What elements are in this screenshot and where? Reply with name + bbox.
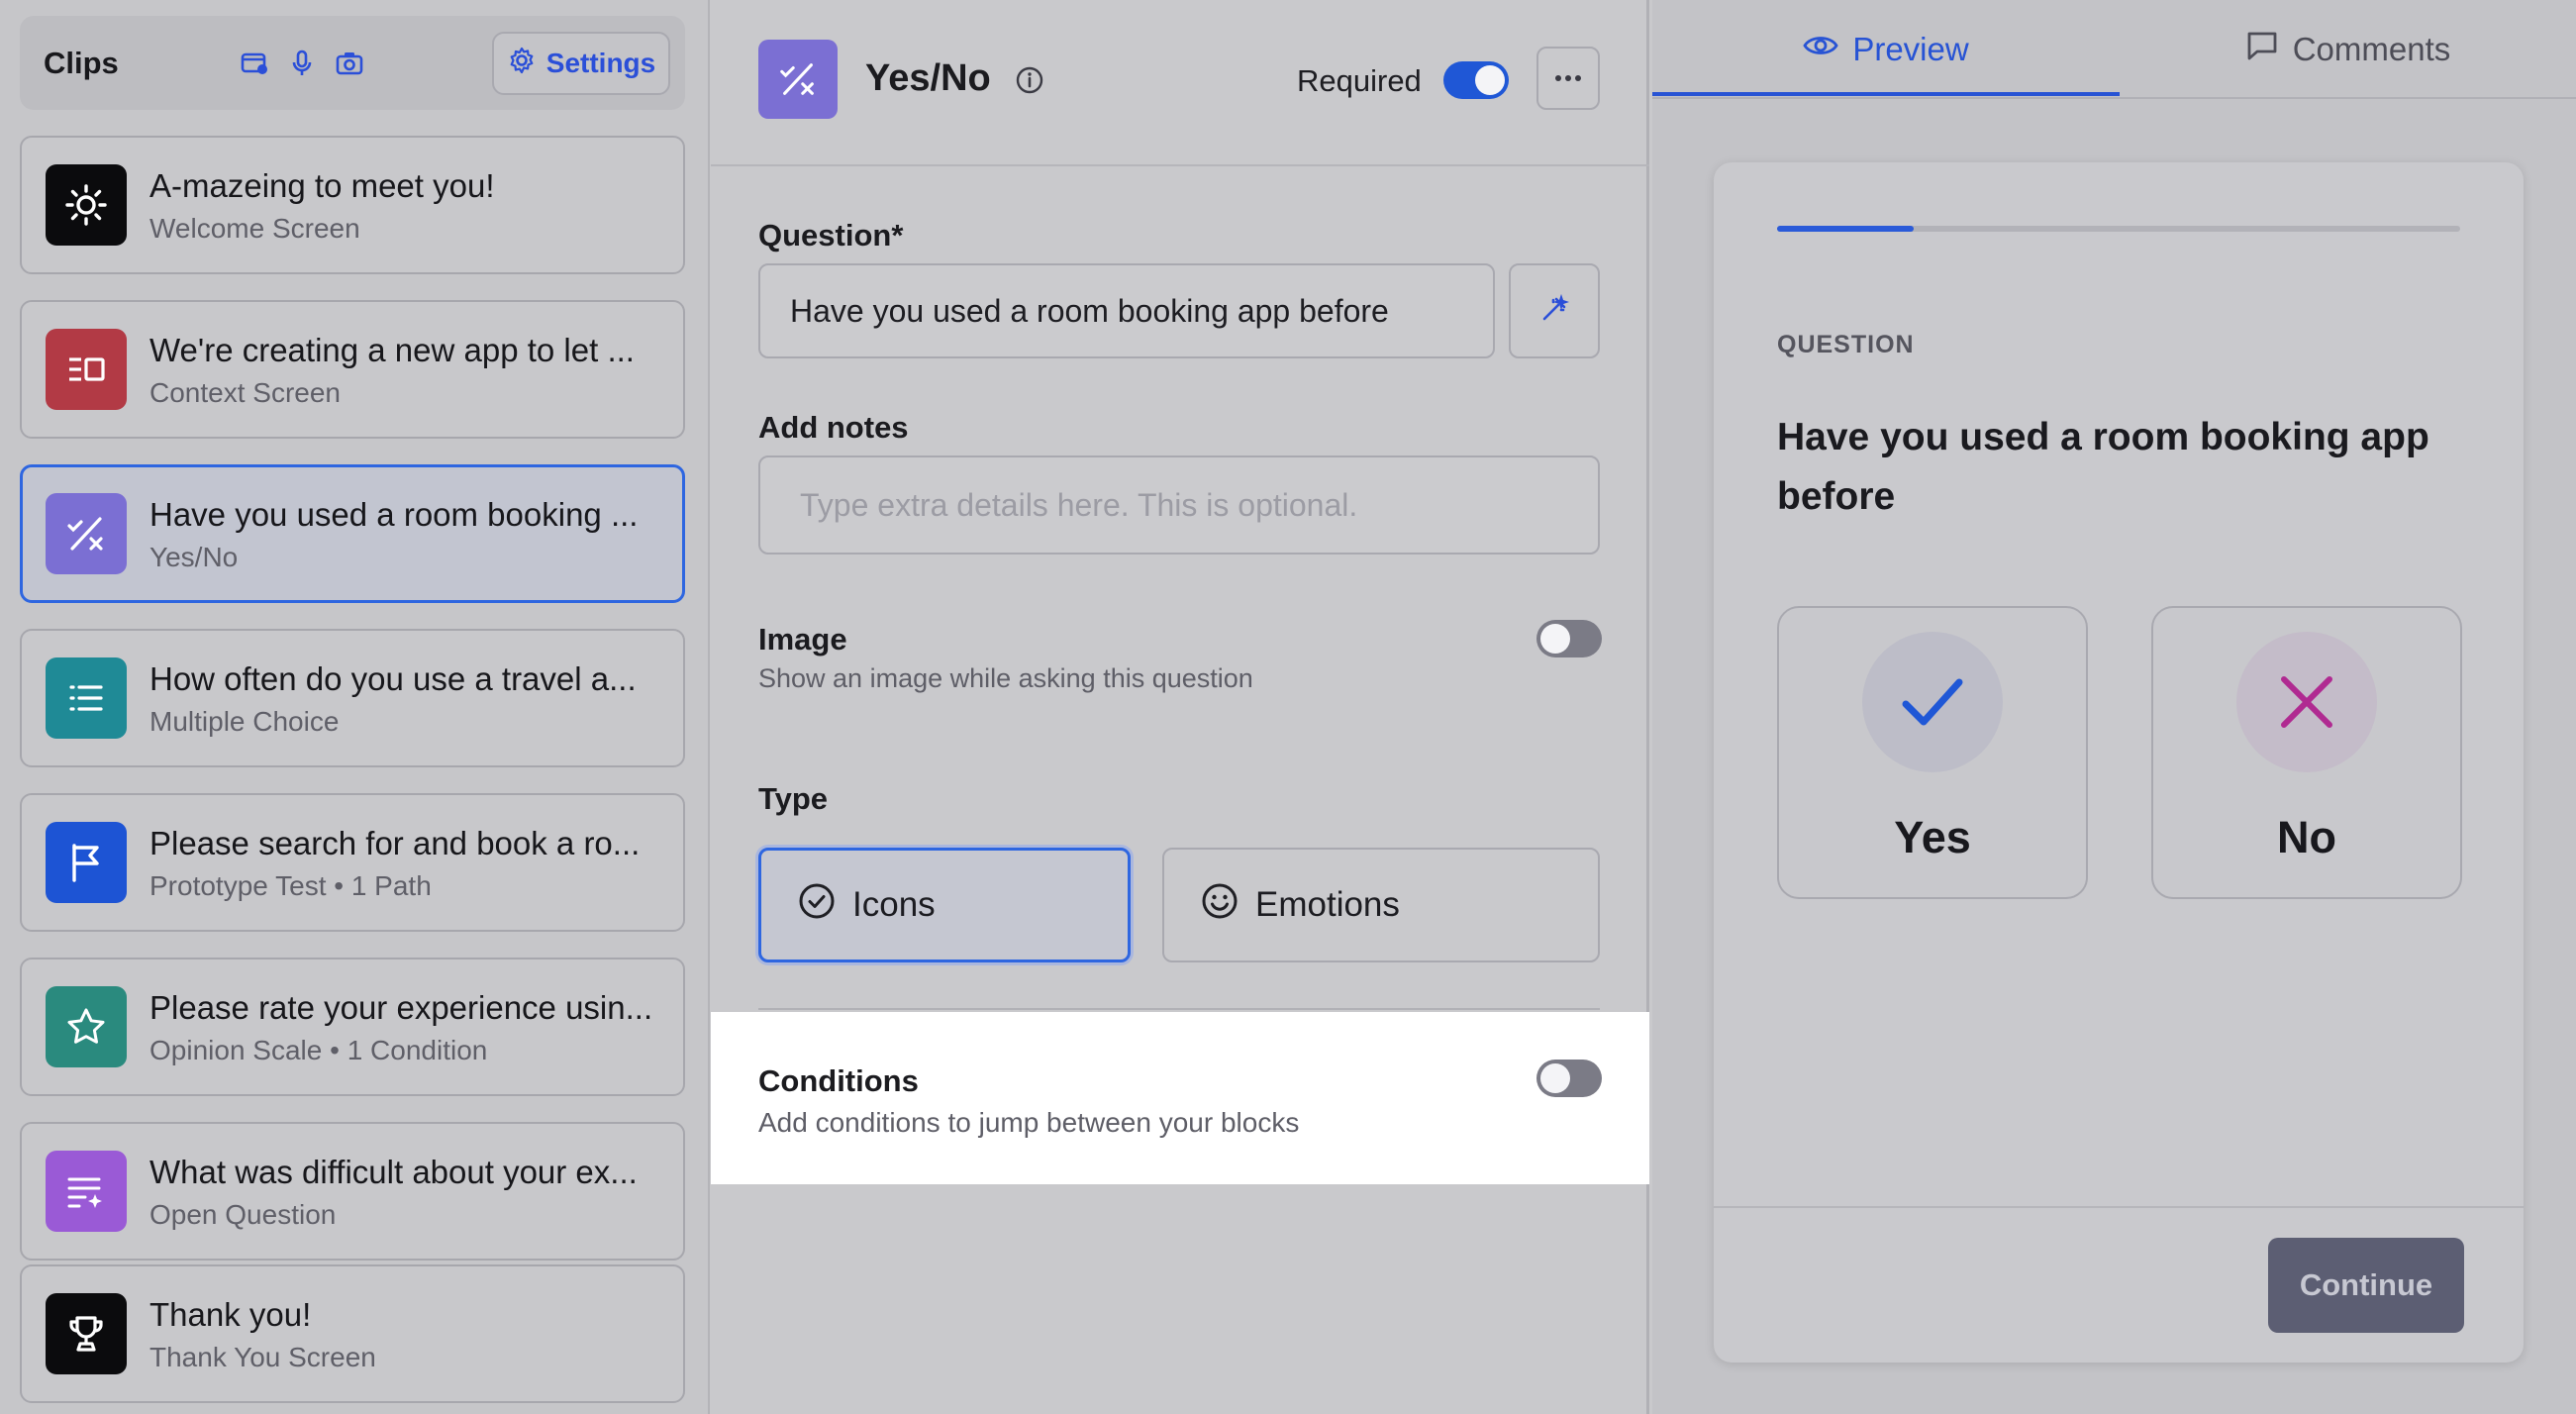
image-toggle[interactable] — [1536, 620, 1602, 657]
type-option-icons[interactable]: Icons — [758, 848, 1131, 962]
trophy-icon — [46, 1293, 127, 1374]
clip-item-multiple-choice[interactable]: How often do you use a travel a... Multi… — [20, 629, 685, 767]
clip-subtitle: Open Question — [149, 1199, 337, 1230]
clip-subtitle: Context Screen — [149, 377, 341, 408]
image-label: Image — [758, 622, 847, 656]
eye-icon — [1803, 31, 1838, 68]
clip-title: How often do you use a travel a... — [149, 660, 637, 697]
type-label: Type — [758, 781, 829, 816]
clip-title: What was difficult about your ex... — [149, 1154, 638, 1190]
notes-label: Add notes — [758, 410, 909, 445]
info-icon[interactable] — [1015, 65, 1044, 95]
question-input[interactable] — [758, 263, 1495, 358]
toggle-knob — [1540, 624, 1570, 654]
answer-yes[interactable]: Yes — [1777, 606, 2088, 899]
tab-preview[interactable]: Preview — [1652, 0, 2120, 99]
magic-wand-icon — [1539, 293, 1570, 329]
clips-header: Clips Settings — [20, 16, 685, 110]
gear-icon — [507, 46, 537, 82]
tab-label: Comments — [2292, 31, 2451, 67]
x-icon — [2236, 632, 2377, 772]
clip-title: Please search for and book a ro... — [149, 825, 641, 861]
editor-header: Yes/No Required — [711, 0, 1649, 166]
preview-card: QUESTION Have you used a room booking ap… — [1714, 162, 2524, 1363]
tab-comments[interactable]: Comments — [2120, 0, 2576, 99]
yes-no-icon — [46, 493, 127, 574]
active-tab-indicator — [1652, 92, 2120, 96]
preview-tabs: Preview Comments — [1652, 0, 2576, 99]
more-options-button[interactable] — [1536, 47, 1600, 110]
more-icon — [1554, 69, 1582, 87]
clip-title: Please rate your experience usin... — [149, 989, 653, 1026]
tab-label: Preview — [1852, 31, 1969, 67]
image-description: Show an image while asking this question — [758, 663, 1253, 693]
progress-fill — [1777, 226, 1914, 232]
context-icon — [46, 329, 127, 410]
preview-pane: Preview Comments QUESTION Have you used … — [1652, 0, 2576, 1414]
block-title: Yes/No — [865, 57, 991, 99]
check-circle-icon — [797, 881, 837, 930]
question-caption: QUESTION — [1777, 331, 1915, 358]
answer-label: Yes — [1894, 812, 1971, 862]
flag-icon — [46, 822, 127, 903]
text-sparkle-icon — [46, 1151, 127, 1232]
continue-button[interactable]: Continue — [2268, 1238, 2464, 1333]
clip-subtitle: Multiple Choice — [149, 706, 340, 737]
conditions-panel: Conditions Add conditions to jump betwee… — [711, 1012, 1649, 1184]
sun-icon — [46, 164, 127, 246]
list-icon — [46, 657, 127, 739]
toggle-knob — [1540, 1063, 1570, 1093]
answer-no[interactable]: No — [2151, 606, 2462, 899]
comment-icon — [2245, 30, 2279, 69]
divider — [758, 1008, 1600, 1010]
card-footer-divider — [1714, 1206, 2524, 1208]
type-option-emotions[interactable]: Emotions — [1162, 848, 1600, 962]
required-toggle[interactable] — [1443, 61, 1509, 99]
microphone-icon[interactable] — [287, 49, 317, 78]
ai-rewrite-button[interactable] — [1509, 263, 1600, 358]
block-editor: Yes/No Required Question* Add notes Imag… — [711, 0, 1649, 1414]
clip-item-prototype-test[interactable]: Please search for and book a ro... Proto… — [20, 793, 685, 932]
settings-label: Settings — [545, 48, 656, 78]
notes-input[interactable] — [758, 455, 1600, 555]
clip-title: Thank you! — [149, 1296, 312, 1333]
conditions-label: Conditions — [758, 1063, 919, 1098]
clip-item-welcome[interactable]: A-mazeing to meet you! Welcome Screen — [20, 136, 685, 274]
camera-icon[interactable] — [335, 49, 364, 78]
conditions-description: Add conditions to jump between your bloc… — [758, 1107, 1300, 1138]
clips-sidebar: Clips Settings A-mazeing to meet you! We… — [0, 0, 710, 1414]
required-label: Required — [1297, 63, 1422, 98]
clip-subtitle: Welcome Screen — [149, 213, 360, 244]
clip-title: Have you used a room booking ... — [149, 496, 639, 533]
conditions-toggle[interactable] — [1536, 1060, 1602, 1097]
settings-button[interactable]: Settings — [492, 32, 670, 95]
answer-label: No — [2277, 812, 2336, 862]
clip-subtitle: Opinion Scale • 1 Condition — [149, 1035, 488, 1065]
clips-title: Clips — [44, 46, 119, 80]
type-option-label: Emotions — [1255, 885, 1400, 924]
toggle-knob — [1475, 65, 1505, 95]
clip-subtitle: Thank You Screen — [149, 1342, 376, 1372]
star-icon — [46, 986, 127, 1067]
type-option-label: Icons — [852, 885, 936, 924]
check-icon — [1862, 632, 2003, 772]
clip-item-thank-you[interactable]: Thank you! Thank You Screen — [20, 1264, 685, 1403]
card-icon[interactable] — [240, 49, 269, 78]
clip-item-open-question[interactable]: What was difficult about your ex... Open… — [20, 1122, 685, 1261]
clip-subtitle: Prototype Test • 1 Path — [149, 870, 432, 901]
progress-bar — [1777, 226, 2460, 232]
smile-icon — [1200, 881, 1239, 930]
question-label: Question* — [758, 218, 904, 252]
clip-item-context[interactable]: We're creating a new app to let ... Cont… — [20, 300, 685, 439]
clip-title: We're creating a new app to let ... — [149, 332, 635, 368]
clip-item-yes-no[interactable]: Have you used a room booking ... Yes/No — [20, 464, 685, 603]
clip-title: A-mazeing to meet you! — [149, 167, 495, 204]
clip-item-opinion-scale[interactable]: Please rate your experience usin... Opin… — [20, 958, 685, 1096]
clip-subtitle: Yes/No — [149, 542, 239, 572]
yes-no-icon — [758, 40, 838, 119]
preview-question: Have you used a room booking app before — [1777, 416, 2429, 518]
